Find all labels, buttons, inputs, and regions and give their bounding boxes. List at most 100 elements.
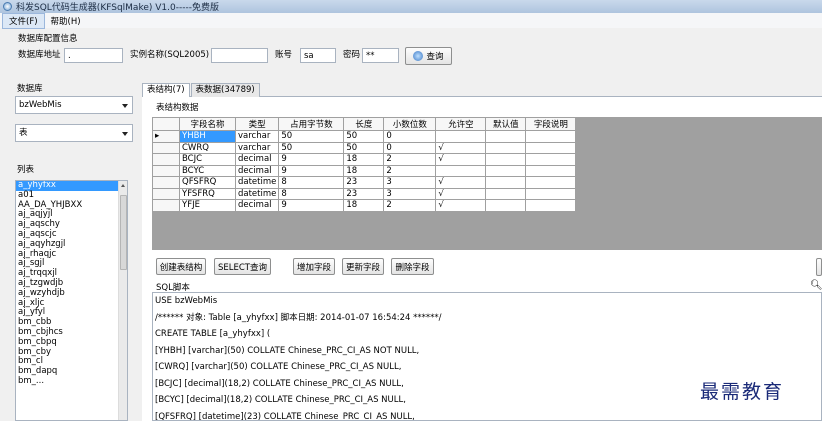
row-header[interactable] [152,141,180,154]
select-query-button[interactable]: SELECT查询 [214,258,271,275]
table-cell[interactable] [485,199,527,212]
table-cell[interactable] [485,164,527,177]
row-header[interactable]: ▸ [152,130,180,143]
table-cell[interactable]: 8 [278,176,345,189]
table-cell[interactable] [485,187,527,200]
table-cell[interactable]: datetime [234,176,280,189]
table-cell[interactable]: varchar [234,141,280,154]
table-row[interactable]: ▸ YHBH varchar 50 50 0 [152,130,577,143]
scroll-thumb[interactable] [120,195,127,270]
tab-structure[interactable]: 表结构(7) [142,83,190,97]
table-cell[interactable]: decimal [234,153,280,166]
table-cell[interactable]: decimal [234,199,280,212]
table-cell[interactable]: QFSFRQ [179,176,236,189]
table-cell[interactable]: 23 [343,187,385,200]
table-cell[interactable] [485,176,527,189]
tab-data[interactable]: 表数据(34789) [190,83,260,97]
table-cell[interactable]: 2 [383,153,437,166]
table-cell[interactable]: 8 [278,187,345,200]
right-edge-button[interactable] [816,258,822,276]
table-cell[interactable] [435,130,487,143]
row-header[interactable] [152,153,180,166]
table-cell[interactable] [525,187,577,200]
server-input[interactable] [64,48,123,63]
update-field-button[interactable]: 更新字段 [342,258,384,275]
table-cell[interactable]: 3 [383,187,437,200]
column-header[interactable]: 长度 [343,117,385,131]
table-cell[interactable]: BCJC [179,153,236,166]
table-cell[interactable] [525,164,577,177]
table-row[interactable]: YFJE decimal 9 18 2 √ [152,199,577,212]
add-field-button[interactable]: 增加字段 [293,258,335,275]
column-header[interactable]: 字段说明 [525,117,577,131]
table-cell[interactable]: 9 [278,199,345,212]
object-type-select[interactable]: 表 [15,124,133,142]
table-cell[interactable]: 2 [383,199,437,212]
row-header[interactable] [152,176,180,189]
scroll-up-icon[interactable] [121,184,125,187]
column-header[interactable]: 默认值 [485,117,527,131]
table-cell[interactable]: datetime [234,187,280,200]
table-cell[interactable]: 9 [278,153,345,166]
table-cell[interactable] [525,153,577,166]
table-row[interactable]: QFSFRQ datetime 8 23 3 √ [152,176,577,189]
column-header[interactable]: 占用字节数 [278,117,345,131]
table-cell[interactable] [525,130,577,143]
structure-grid[interactable]: 字段名称 类型 占用字节数 长度 小数位数 允许空 默认值 字段说明 ▸ YHBH varchar… [152,117,577,212]
table-row[interactable]: CWRQ varchar 50 50 0 √ [152,141,577,154]
table-cell[interactable]: 23 [343,176,385,189]
table-cell[interactable]: 9 [278,164,345,177]
column-header[interactable]: 类型 [234,117,280,131]
menu-file[interactable]: 文件(F) [2,12,45,29]
table-cell[interactable]: BCYC [179,164,236,177]
table-cell[interactable] [525,141,577,154]
table-cell[interactable]: CWRQ [179,141,236,154]
table-cell[interactable] [485,141,527,154]
table-cell[interactable] [525,176,577,189]
table-cell[interactable] [485,153,527,166]
table-cell[interactable]: 18 [343,164,385,177]
table-cell[interactable]: √ [435,141,487,154]
listbox-scrollbar[interactable] [118,181,127,420]
table-cell[interactable]: YFJE [179,199,236,212]
table-cell[interactable]: 3 [383,176,437,189]
table-cell[interactable]: 18 [343,153,385,166]
table-listbox[interactable]: a_yhyfxx a01 AA_DA_YHJBXX aj_aqjyjl aj_aqsch… [15,180,128,421]
table-cell[interactable] [485,130,527,143]
table-cell[interactable]: 2 [383,164,437,177]
table-cell[interactable]: √ [435,187,487,200]
table-cell[interactable]: √ [435,176,487,189]
table-cell[interactable] [435,164,487,177]
table-row[interactable]: BCYC decimal 9 18 2 [152,164,577,177]
table-cell[interactable]: √ [435,199,487,212]
list-item[interactable]: bm_... [16,376,127,387]
delete-field-button[interactable]: 删除字段 [391,258,434,275]
row-header[interactable] [152,187,180,200]
table-cell[interactable]: 0 [383,130,437,143]
table-cell[interactable]: varchar [234,130,280,143]
database-select[interactable]: bzWebMis [15,96,133,114]
table-cell[interactable]: YFSFRQ [179,187,236,200]
table-cell[interactable]: 50 [278,130,345,143]
instance-input[interactable] [211,48,268,63]
table-cell[interactable]: 0 [383,141,437,154]
account-input[interactable] [300,48,336,63]
table-cell[interactable]: decimal [234,164,280,177]
magnifier-icon[interactable]: 🔍︎ [810,280,822,291]
query-button[interactable]: 查询 [405,47,452,65]
table-cell[interactable]: √ [435,153,487,166]
table-row[interactable]: BCJC decimal 9 18 2 √ [152,153,577,166]
row-header[interactable] [152,164,180,177]
table-row[interactable]: YFSFRQ datetime 8 23 3 √ [152,187,577,200]
row-header[interactable] [152,199,180,212]
table-cell[interactable]: 18 [343,199,385,212]
password-input[interactable] [362,48,399,63]
table-cell[interactable]: 50 [278,141,345,154]
table-cell[interactable]: 50 [343,141,385,154]
create-structure-button[interactable]: 创建表结构 [156,258,206,275]
menu-help[interactable]: 帮助(H) [45,14,87,28]
table-cell[interactable] [525,199,577,212]
column-header[interactable]: 字段名称 [179,117,236,131]
column-header[interactable]: 小数位数 [383,117,437,131]
table-cell[interactable]: YHBH [179,130,236,143]
